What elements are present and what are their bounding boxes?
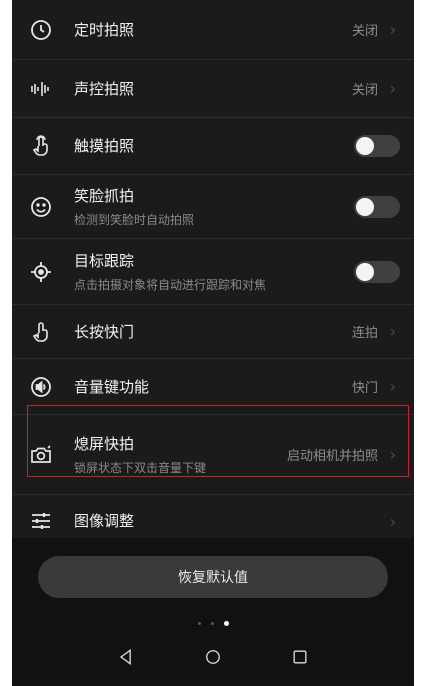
- chevron-right-icon: ›: [389, 377, 397, 396]
- setting-volume-key[interactable]: 音量键功能 快门 ›: [12, 359, 414, 415]
- setting-long-press-shutter[interactable]: 长按快门 连拍 ›: [12, 305, 414, 359]
- smile-capture-toggle[interactable]: [354, 195, 400, 218]
- setting-subtitle: 点击拍摄对象将自动进行跟踪和对焦: [74, 277, 267, 292]
- setting-subtitle: 检测到笑脸时自动拍照: [74, 212, 195, 227]
- setting-target-tracking[interactable]: 目标跟踪 点击拍摄对象将自动进行跟踪和对焦: [12, 239, 414, 305]
- touch-photo-toggle[interactable]: [354, 135, 400, 157]
- page-dot: [210, 622, 214, 625]
- chevron-right-icon: ›: [389, 511, 397, 531]
- hand-tap-icon: [28, 319, 54, 345]
- home-icon[interactable]: [202, 646, 224, 668]
- chevron-right-icon: ›: [389, 79, 397, 98]
- volume-icon: [28, 374, 54, 400]
- page-dot-active: [223, 621, 229, 626]
- smile-icon: [28, 194, 54, 220]
- setting-value: 启动相机并拍照: [286, 449, 378, 464]
- settings-list: 定时拍照 关闭 › 声控拍照 关闭 › 触摸拍照 笑脸抓拍 检测到笑脸时自动拍照…: [12, 0, 414, 547]
- setting-title: 目标跟踪: [74, 251, 135, 270]
- page-indicator: [12, 621, 414, 626]
- setting-smile-capture[interactable]: 笑脸抓拍 检测到笑脸时自动拍照: [12, 175, 414, 239]
- setting-title: 定时拍照: [74, 20, 135, 39]
- setting-title: 熄屏快拍: [74, 434, 135, 453]
- sliders-icon: [28, 508, 54, 534]
- setting-value: 连拍: [351, 326, 378, 341]
- toggle-knob: [356, 137, 374, 155]
- setting-title: 触摸拍照: [74, 137, 135, 155]
- setting-voice-photo[interactable]: 声控拍照 关闭 ›: [12, 60, 414, 118]
- setting-title: 笑脸抓拍: [74, 186, 135, 205]
- setting-subtitle: 锁屏状态下双击音量下键: [74, 460, 207, 475]
- setting-title: 图像调整: [74, 512, 135, 530]
- sound-wave-icon: [28, 76, 54, 102]
- chevron-right-icon: ›: [389, 445, 397, 464]
- camera-settings-screen: 定时拍照 关闭 › 声控拍照 关闭 › 触摸拍照 笑脸抓拍 检测到笑脸时自动拍照…: [12, 0, 414, 686]
- setting-value: 关闭: [351, 83, 378, 98]
- setting-title: 长按快门: [74, 322, 135, 341]
- setting-touch-photo[interactable]: 触摸拍照: [12, 118, 414, 175]
- target-icon: [28, 259, 54, 285]
- clock-icon: [28, 17, 54, 43]
- page-dot: [197, 622, 201, 625]
- setting-value: 快门: [351, 381, 378, 396]
- setting-title: 声控拍照: [74, 79, 135, 98]
- back-icon[interactable]: [115, 646, 137, 668]
- setting-title: 音量键功能: [74, 377, 150, 396]
- bottom-area: 恢复默认值: [12, 538, 414, 686]
- recents-icon[interactable]: [289, 646, 311, 668]
- setting-timer-photo[interactable]: 定时拍照 关闭 ›: [12, 0, 414, 60]
- chevron-right-icon: ›: [389, 322, 397, 341]
- target-tracking-toggle[interactable]: [354, 260, 400, 283]
- camera-icon: [28, 442, 54, 468]
- reset-defaults-button[interactable]: 恢复默认值: [38, 556, 388, 598]
- toggle-knob: [356, 262, 374, 281]
- navigation-bar: [12, 636, 414, 678]
- setting-screen-off-snapshot[interactable]: 熄屏快拍 锁屏状态下双击音量下键 启动相机并拍照 ›: [12, 415, 414, 495]
- setting-value: 关闭: [351, 24, 378, 39]
- touch-icon: [28, 133, 54, 159]
- chevron-right-icon: ›: [389, 20, 397, 39]
- toggle-knob: [356, 197, 374, 216]
